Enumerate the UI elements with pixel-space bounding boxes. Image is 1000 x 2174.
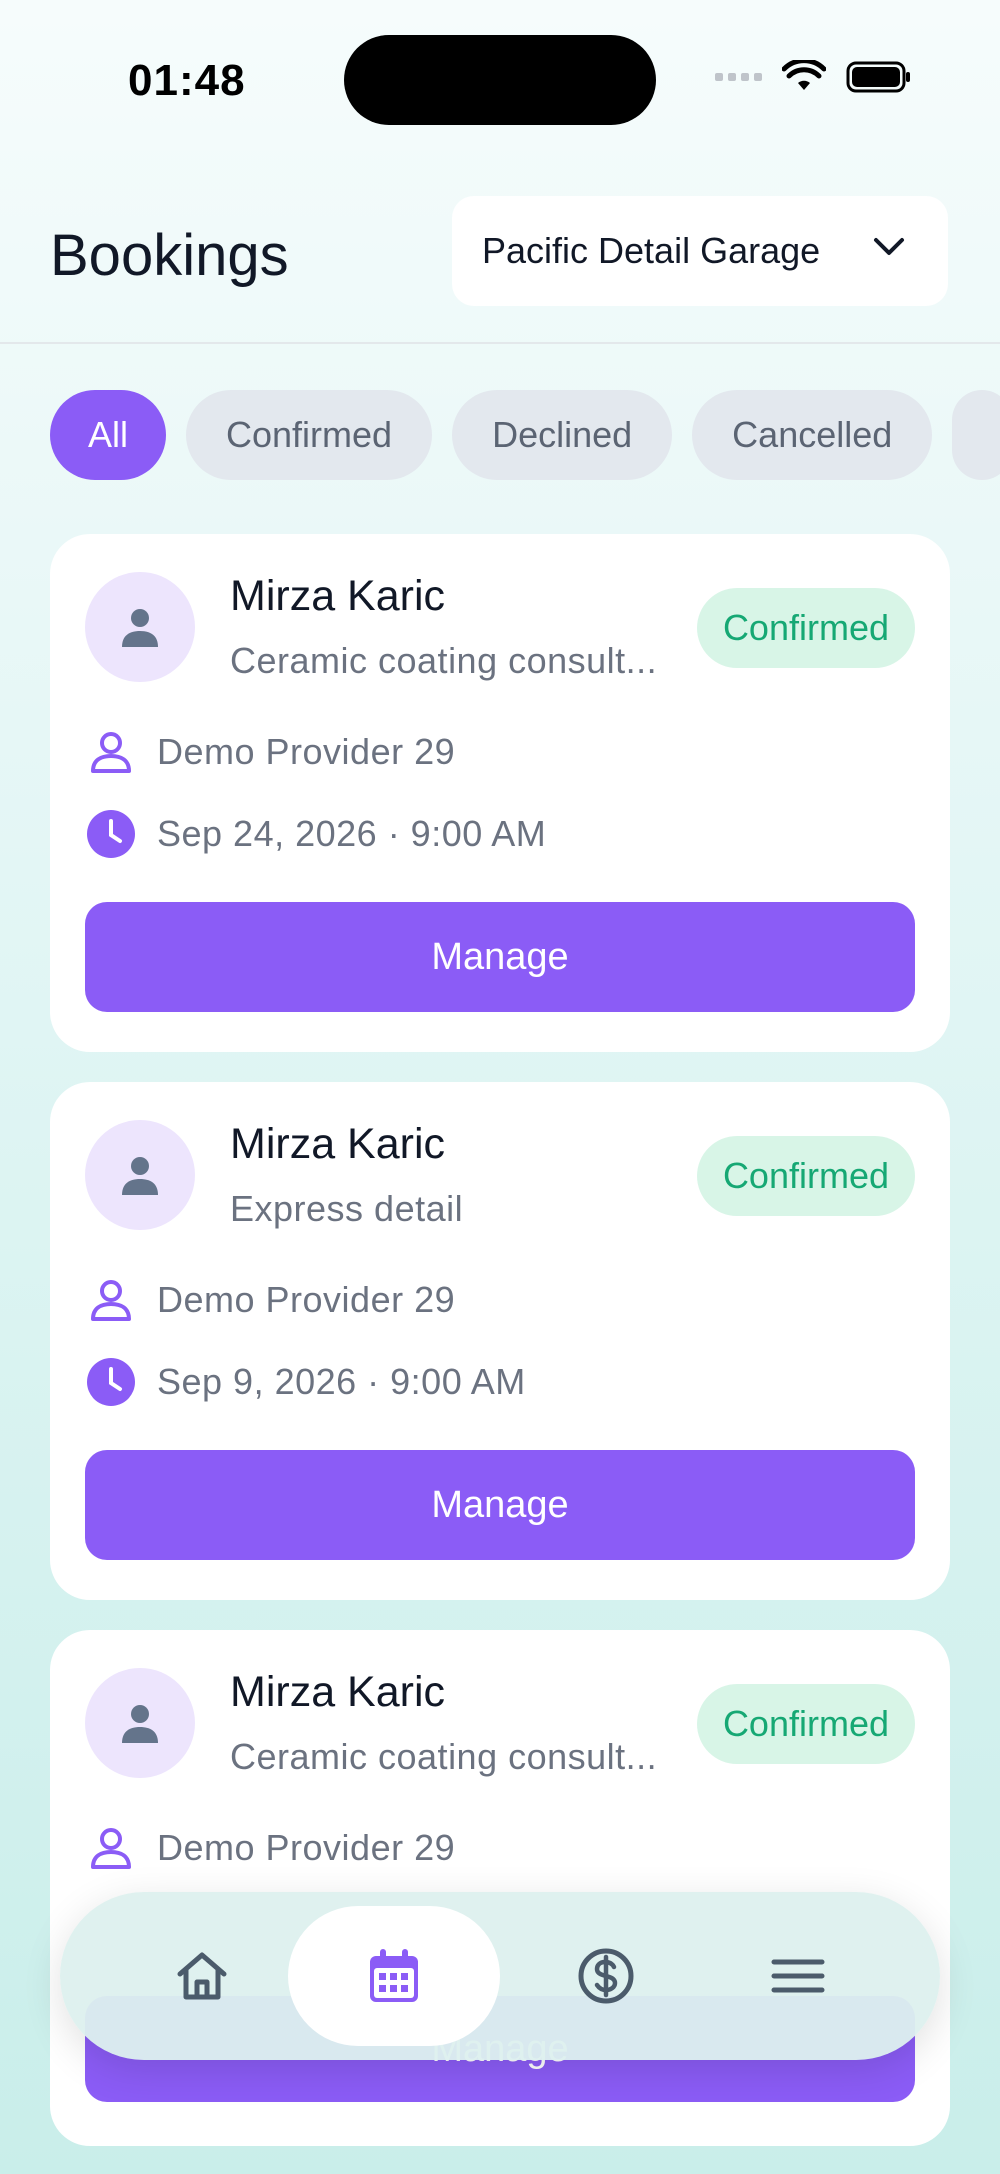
booking-datetime: Sep 9, 2026 · 9:00 AM (157, 1361, 526, 1402)
avatar (85, 572, 195, 682)
service-name: Ceramic coating consult... (230, 640, 658, 681)
signal-icon (715, 73, 762, 81)
filter-chip-more[interactable] (952, 390, 1000, 480)
bottom-nav (60, 1892, 940, 2060)
dynamic-island (344, 35, 656, 125)
wifi-icon (782, 60, 826, 90)
booking-card: Mirza Karic Express detail Confirmed Dem… (50, 1082, 950, 1600)
chevron-down-icon (874, 238, 904, 255)
customer-name: Mirza Karic (230, 572, 446, 620)
service-name: Express detail (230, 1188, 464, 1229)
nav-menu[interactable] (692, 1906, 904, 2046)
status-badge: Confirmed (696, 1684, 915, 1764)
status-badge: Confirmed (696, 1136, 915, 1216)
menu-icon (771, 1959, 825, 1993)
dollar-icon (578, 1948, 634, 2004)
datetime-row: Sep 24, 2026 · 9:00 AM (85, 808, 546, 860)
service-name: Ceramic coating consult... (230, 1736, 658, 1777)
filter-chip-declined[interactable]: Declined (452, 390, 673, 480)
filter-chip-confirmed[interactable]: Confirmed (186, 390, 433, 480)
page-title: Bookings (50, 223, 289, 288)
avatar (85, 1668, 195, 1778)
booking-card: Mirza Karic Ceramic coating consult... C… (50, 534, 950, 1052)
nav-bookings[interactable] (288, 1906, 500, 2046)
customer-name: Mirza Karic (230, 1668, 446, 1716)
filter-chip-all[interactable]: All (50, 390, 167, 480)
user-outline-icon (85, 1274, 137, 1326)
person-icon (122, 1705, 158, 1743)
provider-name: Demo Provider 29 (157, 1279, 456, 1320)
manage-button[interactable]: Manage (85, 902, 915, 1012)
datetime-row: Sep 9, 2026 · 9:00 AM (85, 1356, 526, 1408)
provider-name: Demo Provider 29 (157, 731, 456, 772)
status-icons (715, 60, 912, 94)
provider-row: Demo Provider 29 (85, 726, 455, 778)
user-outline-icon (85, 1822, 137, 1874)
customer-name: Mirza Karic (230, 1120, 446, 1168)
person-icon (122, 609, 158, 647)
battery-icon (846, 61, 910, 93)
nav-home[interactable] (96, 1906, 308, 2046)
filter-chips: All Confirmed Declined Cancelled (50, 390, 1000, 480)
provider-row: Demo Provider 29 (85, 1822, 455, 1874)
person-icon (122, 1157, 158, 1195)
status-bar: 01:48 (0, 0, 1000, 160)
clock-icon (85, 1356, 137, 1408)
status-badge: Confirmed (696, 588, 915, 668)
booking-datetime: Sep 24, 2026 · 9:00 AM (157, 813, 547, 854)
garage-selector[interactable]: Pacific Detail Garage (452, 196, 948, 306)
status-time: 01:48 (128, 56, 246, 105)
garage-selector-label: Pacific Detail Garage (482, 230, 821, 271)
user-outline-icon (85, 726, 137, 778)
clock-icon (85, 808, 137, 860)
provider-row: Demo Provider 29 (85, 1274, 455, 1326)
manage-button[interactable]: Manage (85, 1450, 915, 1560)
avatar (85, 1120, 195, 1230)
home-icon (177, 1952, 227, 2000)
provider-name: Demo Provider 29 (157, 1827, 456, 1868)
booking-card: Mirza Karic Ceramic coating consult... C… (50, 1630, 950, 2146)
nav-earnings[interactable] (500, 1906, 712, 2046)
calendar-icon (370, 1949, 418, 2002)
header: Bookings Pacific Detail Garage (0, 160, 1000, 344)
filter-chip-cancelled[interactable]: Cancelled (692, 390, 933, 480)
